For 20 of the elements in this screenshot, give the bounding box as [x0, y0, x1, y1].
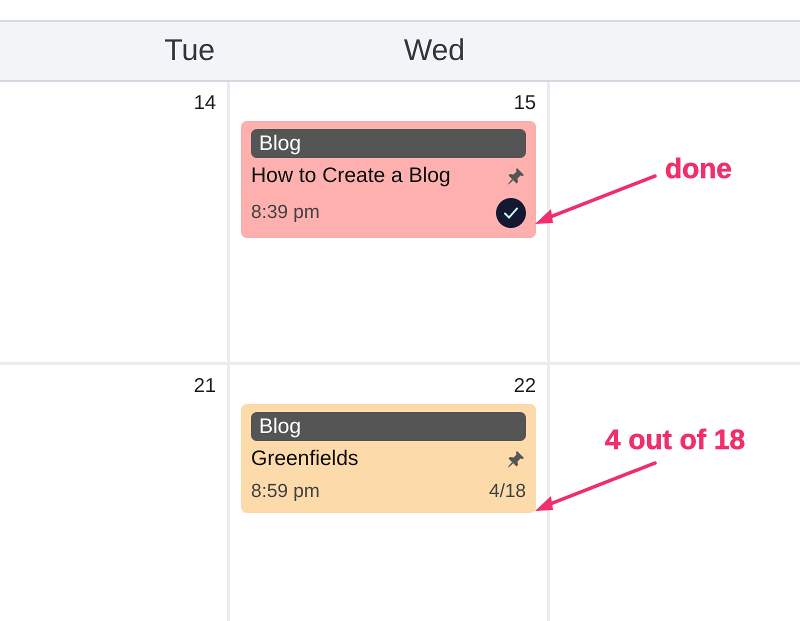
event-title: Greenfields — [251, 447, 358, 471]
day-number: 21 — [194, 375, 216, 398]
event-tag: Blog — [251, 129, 526, 158]
annotation-label: done — [665, 153, 732, 185]
pin-icon[interactable] — [506, 449, 526, 469]
day-number: 15 — [514, 92, 536, 115]
event-time: 8:39 pm — [251, 202, 320, 224]
weekday-label: Tue — [164, 34, 215, 68]
event-card[interactable]: Blog How to Create a Blog 8:39 pm — [241, 121, 536, 238]
event-title: How to Create a Blog — [251, 164, 451, 188]
day-number: 22 — [514, 375, 536, 398]
event-tag: Blog — [251, 412, 526, 441]
day-number: 14 — [194, 92, 216, 115]
check-icon[interactable] — [496, 198, 526, 228]
event-card[interactable]: Blog Greenfields 8:59 pm 4/18 — [241, 404, 536, 513]
progress-count: 4/18 — [489, 481, 526, 503]
event-time: 8:59 pm — [251, 481, 320, 503]
pin-icon[interactable] — [506, 166, 526, 186]
weekday-label: Wed — [404, 34, 465, 68]
annotation-label: 4 out of 18 — [605, 424, 746, 456]
